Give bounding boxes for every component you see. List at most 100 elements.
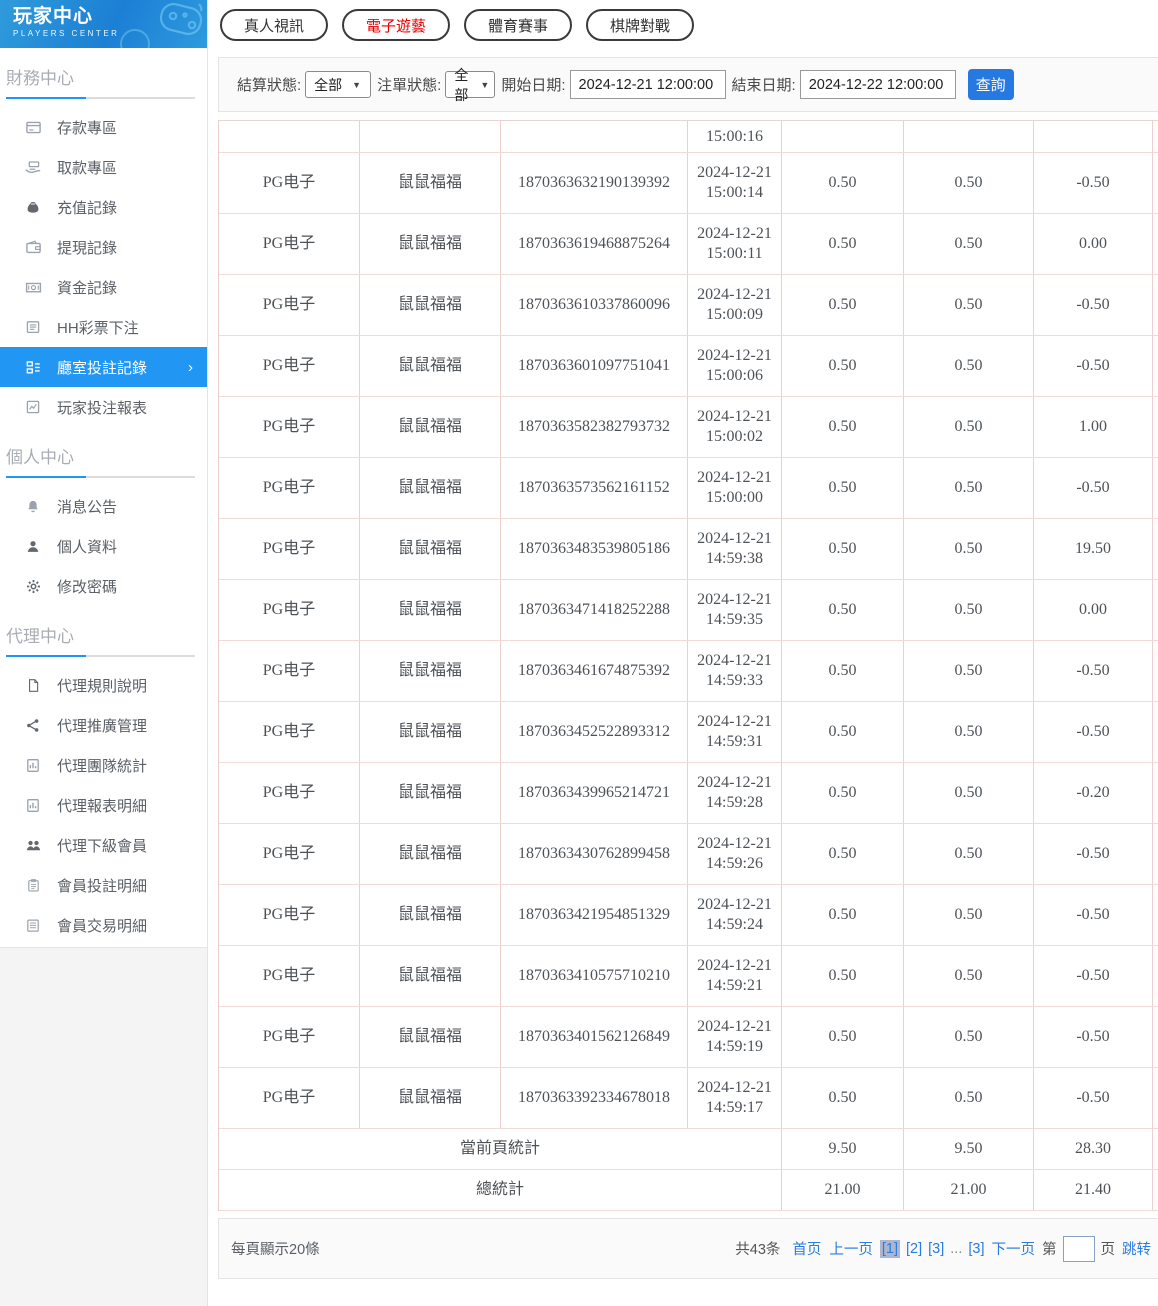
- sidebar-section-0: 財務中心存款專區 取款專區充值記錄提現記錄資金記錄 HH彩票下注 廳室投註記錄 › 玩家投…: [0, 48, 207, 427]
- sidebar-item-withdrawal-records[interactable]: 提現記錄: [0, 227, 207, 267]
- provider-cell: PG电子: [219, 580, 360, 640]
- section-underline: [6, 97, 195, 99]
- winloss-cell: -0.50: [1034, 641, 1153, 701]
- query-button[interactable]: 查詢: [967, 69, 1014, 100]
- bet-cell: 0.50: [782, 153, 904, 213]
- share-icon: [24, 716, 42, 734]
- sidebar-item-member-transaction-detail[interactable]: 會員交易明細: [0, 905, 207, 945]
- tab-electronic-games[interactable]: 電子遊藝: [342, 9, 451, 41]
- order-no-cell: 1870363471418252288: [501, 580, 688, 640]
- bet-cell: 0.50: [782, 1007, 904, 1067]
- table-row: PG电子 鼠鼠福福 1870363430762899458 2024-12-21 14…: [219, 824, 1158, 885]
- end-date-input[interactable]: 2024-12-22 12:00:00: [799, 70, 956, 99]
- table-row: PG电子 鼠鼠福福 1870363439965214721 2024-12-21 14…: [219, 763, 1158, 824]
- page-link-3[interactable]: [3]: [928, 1241, 944, 1257]
- order-status-label: 注單狀態:: [377, 77, 442, 94]
- provider-cell: PG电子: [219, 641, 360, 701]
- provider-cell: PG电子: [219, 702, 360, 762]
- sidebar-section-title: 財務中心: [6, 69, 74, 88]
- order-no-cell: 1870363392334678018: [501, 1068, 688, 1128]
- sidebar-item-announcements[interactable]: 消息公告: [0, 486, 207, 526]
- sidebar-item-label: 會員交易明細: [57, 917, 148, 935]
- stub-cell: [1153, 153, 1158, 213]
- winloss-cell: 0.00: [1034, 580, 1153, 640]
- sidebar-item-room-bet-records[interactable]: 廳室投註記錄 ›: [0, 347, 207, 387]
- table-row: PG电子 鼠鼠福福 1870363392334678018 2024-12-21 14…: [219, 1068, 1158, 1129]
- game-cell: 鼠鼠福福: [360, 946, 501, 1006]
- sidebar-item-funds-records[interactable]: 資金記錄: [0, 267, 207, 307]
- chart-board-icon: [24, 756, 42, 774]
- sidebar-item-profile[interactable]: 個人資料: [0, 526, 207, 566]
- sidebar-item-player-bet-report[interactable]: 玩家投注報表: [0, 387, 207, 427]
- time-cell: 2024-12-21 14:59:38: [688, 519, 782, 579]
- order-no-cell: [501, 121, 688, 152]
- order-status-select[interactable]: 全部 ▼: [445, 67, 496, 103]
- sidebar-item-deposit-zone[interactable]: 存款專區: [0, 107, 207, 147]
- bet-cell: 0.50: [782, 397, 904, 457]
- sidebar-item-label: 充值記錄: [57, 199, 118, 217]
- sidebar-item-label: 提現記錄: [57, 239, 118, 257]
- sidebar-item-label: 修改密碼: [57, 578, 118, 596]
- settle-status-select[interactable]: 全部 ▼: [305, 71, 372, 98]
- sidebar-item-hh-lottery-bets[interactable]: HH彩票下注: [0, 307, 207, 347]
- time-cell: 15:00:16: [688, 121, 782, 152]
- bet-cell: 0.50: [782, 1068, 904, 1128]
- page-jump-input[interactable]: [1062, 1235, 1095, 1262]
- tab-live-video[interactable]: 真人視訊: [220, 9, 329, 41]
- page-link-5[interactable]: [3]: [968, 1241, 984, 1257]
- stub-cell: [1153, 214, 1158, 274]
- tab-board-games[interactable]: 棋牌對戰: [586, 9, 695, 41]
- game-cell: 鼠鼠福福: [360, 885, 501, 945]
- tab-sports[interactable]: 體育賽事: [464, 9, 573, 41]
- table-row: PG电子 鼠鼠福福 1870363601097751041 2024-12-21 15…: [219, 336, 1158, 397]
- winloss-cell: -0.50: [1034, 885, 1153, 945]
- page-link-1[interactable]: [1]: [879, 1239, 901, 1258]
- game-cell: 鼠鼠福福: [360, 641, 501, 701]
- valid-bet-cell: 0.50: [904, 580, 1034, 640]
- provider-cell: PG电子: [219, 458, 360, 518]
- valid-bet-cell: 0.50: [904, 397, 1034, 457]
- provider-cell: PG电子: [219, 153, 360, 213]
- sidebar-item-agent-team-stats[interactable]: 代理團隊統計: [0, 745, 207, 785]
- settle-status-value: 全部: [314, 76, 343, 93]
- stub-cell: [1153, 1007, 1158, 1067]
- sidebar-item-member-bet-detail[interactable]: 會員投註明細: [0, 865, 207, 905]
- sidebar-item-agent-rules[interactable]: 代理規則說明: [0, 665, 207, 705]
- order-status-value: 全部: [454, 66, 469, 103]
- start-date-input[interactable]: 2024-12-21 12:00:00: [569, 70, 726, 99]
- order-no-cell: 1870363421954851329: [501, 885, 688, 945]
- sidebar-item-recharge-records[interactable]: 充值記錄: [0, 187, 207, 227]
- stub-cell: [1153, 763, 1158, 823]
- stub-cell: [1153, 885, 1158, 945]
- table-row: PG电子 鼠鼠福福 1870363619468875264 2024-12-21 15…: [219, 214, 1158, 275]
- summary-row-1: 總統計 21.00 21.00 21.40: [219, 1170, 1158, 1211]
- table-row: PG电子 鼠鼠福福 1870363421954851329 2024-12-21 14…: [219, 885, 1158, 946]
- next-page-link[interactable]: 下一页: [992, 1238, 1036, 1259]
- sidebar-item-agent-report-detail[interactable]: 代理報表明細: [0, 785, 207, 825]
- goto-button[interactable]: 跳转: [1122, 1238, 1151, 1259]
- page-link-2[interactable]: [2]: [906, 1241, 922, 1257]
- page-ellipsis: ...: [950, 1240, 963, 1257]
- stub-cell: [1153, 121, 1158, 152]
- prev-page-link[interactable]: 上一页: [829, 1238, 873, 1259]
- game-cell: 鼠鼠福福: [360, 1068, 501, 1128]
- sidebar-item-change-password[interactable]: 修改密碼: [0, 566, 207, 606]
- time-cell: 2024-12-21 14:59:19: [688, 1007, 782, 1067]
- sidebar-item-label: 個人資料: [57, 538, 118, 556]
- bet-cell: 0.50: [782, 214, 904, 274]
- list-icon: [24, 318, 42, 336]
- time-cell: 2024-12-21 14:59:35: [688, 580, 782, 640]
- clipboard-icon: [24, 876, 42, 894]
- sidebar-item-agent-sub-members[interactable]: 代理下級會員: [0, 825, 207, 865]
- sidebar-item-agent-promotion[interactable]: 代理推廣管理: [0, 705, 207, 745]
- order-no-cell: 1870363401562126849: [501, 1007, 688, 1067]
- winloss-cell: -0.50: [1034, 824, 1153, 884]
- first-page-link[interactable]: 首页: [792, 1238, 821, 1259]
- valid-bet-cell: 0.50: [904, 946, 1034, 1006]
- game-category-tabs: 真人視訊 電子遊藝 體育賽事 棋牌對戰: [208, 0, 1158, 48]
- time-cell: 2024-12-21 14:59:17: [688, 1068, 782, 1128]
- valid-bet-cell: 0.50: [904, 275, 1034, 335]
- provider-cell: PG电子: [219, 885, 360, 945]
- stub-cell: [1153, 824, 1158, 884]
- sidebar-item-withdraw-zone[interactable]: 取款專區: [0, 147, 207, 187]
